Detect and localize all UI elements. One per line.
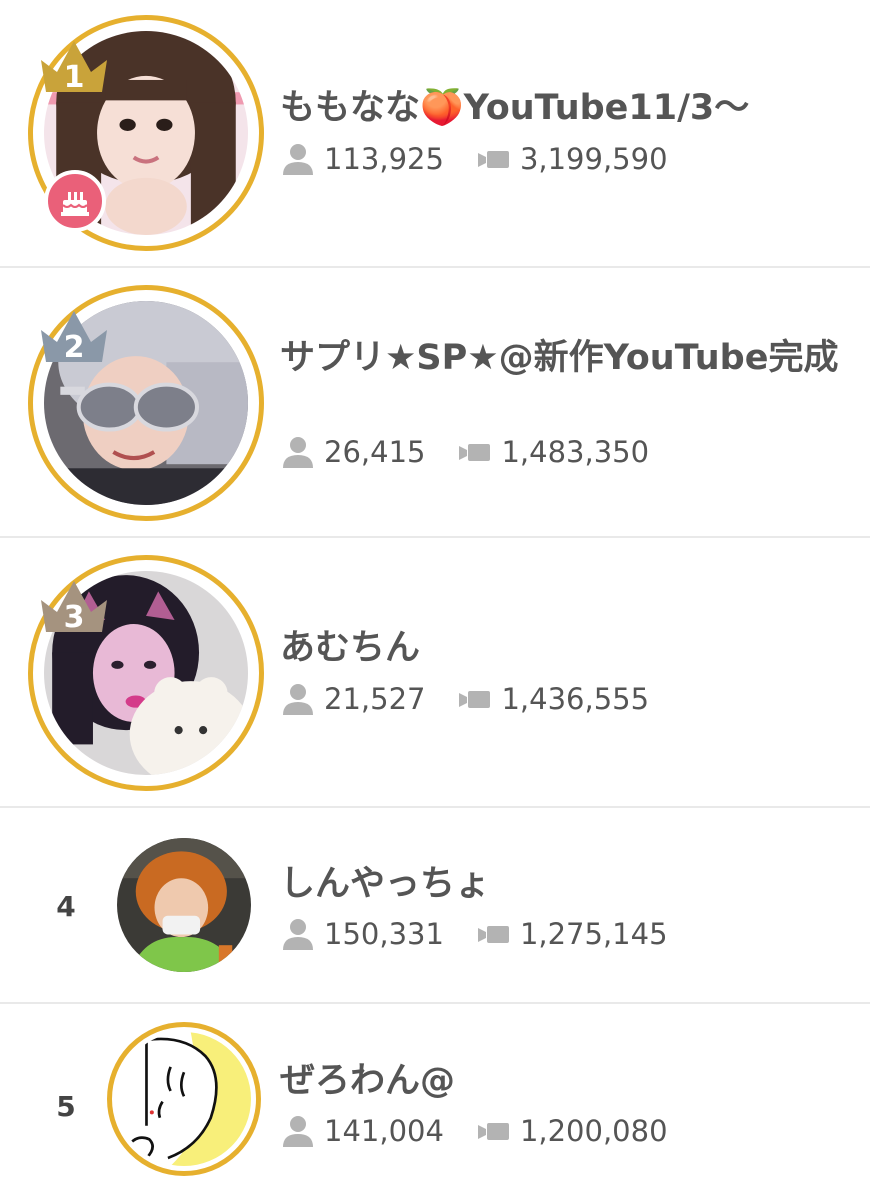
birthday-cake-icon (44, 170, 106, 232)
rank-number-1: 1 (63, 60, 85, 95)
video-camera-icon (477, 1120, 510, 1142)
user-name[interactable]: ももなな🍑YouTube11/3〜 (280, 85, 870, 131)
user-name[interactable]: あむちん (280, 625, 870, 671)
followers-stat: 141,004 (282, 1114, 444, 1148)
user-stats: 26,415 1,483,350 (282, 432, 649, 472)
views-stat: 1,275,145 (477, 917, 668, 951)
user-stats: 150,331 1,275,145 (282, 914, 668, 954)
user-stats: 21,527 1,436,555 (282, 679, 649, 719)
silver-crown-icon: 2 (38, 308, 110, 366)
user-photo-4 (117, 838, 251, 972)
followers-count: 113,925 (324, 142, 444, 176)
bronze-crown-icon: 3 (38, 578, 110, 636)
ranking-row-3[interactable]: 3 あむちん 21,527 1,436,555 (0, 538, 870, 806)
avatar-5[interactable] (107, 1022, 261, 1176)
user-name[interactable]: しんやっちょ (280, 861, 870, 907)
person-icon (282, 142, 314, 176)
views-stat: 1,483,350 (459, 435, 649, 469)
views-stat: 1,200,080 (477, 1114, 668, 1148)
person-icon (282, 1114, 314, 1148)
user-photo-5 (117, 1032, 251, 1166)
person-icon (282, 682, 314, 716)
ranking-row-1[interactable]: 1 ももなな🍑YouTube11/3〜 113,925 3,199,590 (0, 0, 870, 266)
followers-stat: 21,527 (282, 682, 425, 716)
ranking-row-4[interactable]: 4 しんやっちょ 150,331 1,275,145 (0, 808, 870, 1002)
followers-count: 26,415 (324, 435, 426, 469)
user-name[interactable]: ぜろわん@ (280, 1058, 870, 1104)
video-camera-icon (477, 923, 510, 945)
followers-stat: 150,331 (282, 917, 444, 951)
gold-crown-icon: 1 (38, 38, 110, 96)
followers-stat: 113,925 (282, 142, 444, 176)
person-icon (282, 435, 314, 469)
user-stats: 113,925 3,199,590 (282, 139, 668, 179)
user-name[interactable]: サプリ★SP★@新作YouTube完成 (280, 335, 870, 381)
ranking-list: 1 ももなな🍑YouTube11/3〜 113,925 3,199,590 2 … (0, 0, 870, 1200)
person-icon (282, 917, 314, 951)
rank-number-3: 3 (63, 600, 85, 635)
user-stats: 141,004 1,200,080 (282, 1111, 668, 1151)
rank-number-2: 2 (63, 330, 85, 365)
views-count: 1,436,555 (501, 682, 650, 716)
video-camera-icon (459, 688, 491, 710)
views-count: 3,199,590 (519, 142, 668, 176)
rank-number-5: 5 (56, 1090, 76, 1123)
video-camera-icon (477, 148, 510, 170)
followers-count: 21,527 (324, 682, 426, 716)
rank-number-4: 4 (56, 890, 76, 923)
views-count: 1,275,145 (519, 917, 668, 951)
views-count: 1,200,080 (519, 1114, 668, 1148)
ranking-row-5[interactable]: 5 ぜろわん@ 141,004 1,200,080 (0, 1004, 870, 1200)
ranking-row-2[interactable]: 2 サプリ★SP★@新作YouTube完成 26,415 1,483,350 (0, 268, 870, 536)
followers-count: 141,004 (324, 1114, 444, 1148)
views-stat: 3,199,590 (477, 142, 668, 176)
views-stat: 1,436,555 (459, 682, 649, 716)
followers-count: 150,331 (324, 917, 444, 951)
video-camera-icon (459, 441, 491, 463)
followers-stat: 26,415 (282, 435, 425, 469)
avatar-4[interactable] (117, 838, 251, 972)
views-count: 1,483,350 (501, 435, 650, 469)
